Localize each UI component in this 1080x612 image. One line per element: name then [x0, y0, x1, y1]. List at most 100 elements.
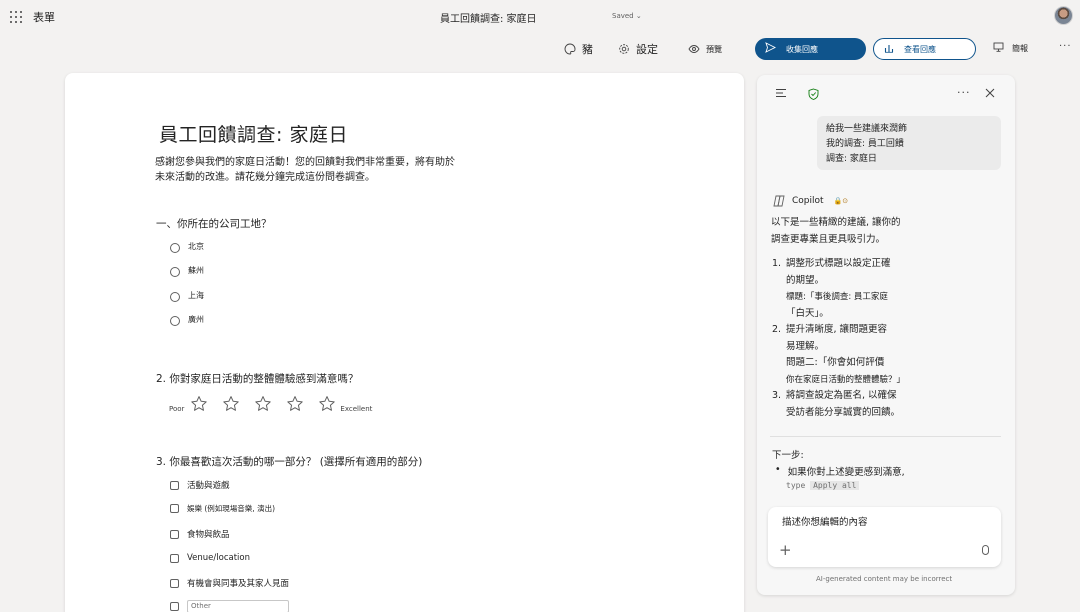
divider — [770, 436, 1001, 437]
star-icon[interactable] — [254, 395, 272, 413]
suggestion-item: 3. 將調查設定為匿名, 以確保 受訪者能分享誠實的回饋。 — [772, 388, 952, 421]
user-message-line: 給我一些建議來潤飾 — [826, 124, 908, 134]
form-editor-card — [65, 73, 744, 612]
radio-button[interactable] — [170, 243, 180, 253]
suggestion-line: 「白天」。 — [786, 307, 829, 319]
q3-option[interactable]: Venue/location — [170, 553, 250, 563]
q1-option[interactable]: 上海 — [170, 289, 204, 302]
star-icon[interactable] — [286, 395, 304, 413]
preview-button[interactable]: 預覽 — [688, 40, 722, 58]
saved-status[interactable]: Saved ⌄ — [612, 12, 642, 20]
q1-option[interactable]: 廣州 — [170, 313, 204, 326]
star-icon[interactable] — [222, 395, 240, 413]
q3-option[interactable]: 食物與飲品 — [170, 528, 230, 540]
radio-button[interactable] — [170, 292, 180, 302]
style-button[interactable]: 豬 — [564, 40, 593, 58]
q1-option-label: 廣州 — [188, 315, 204, 324]
form-description-line: 感謝您參與我們的家庭日活動！您的回饋對我們非常重要，將有助於 — [155, 157, 455, 168]
q3-option-label: Venue/location — [187, 553, 250, 563]
star-icon[interactable] — [190, 395, 208, 413]
radio-button[interactable] — [170, 316, 180, 326]
preview-label: 預覽 — [706, 44, 722, 54]
q3-option[interactable]: 娛樂 (例如現場音樂, 演出) — [170, 503, 275, 514]
q1-option-label: 北京 — [188, 242, 204, 251]
code-prefix: type — [786, 481, 806, 490]
document-title[interactable]: 員工回饋調查: 家庭日 — [440, 10, 537, 25]
radio-button[interactable] — [170, 267, 180, 277]
q1-option-label: 上海 — [188, 291, 204, 300]
menu-icon[interactable] — [775, 88, 787, 101]
copilot-suggestion-list: 1. 調整形式標題以設定正確 的期望。 標題:「事後調查: 員工家庭 「白天」。… — [772, 256, 952, 421]
settings-label: 設定 — [636, 43, 658, 56]
next-steps-label: 下一步: — [772, 450, 804, 461]
checkbox[interactable] — [170, 602, 179, 611]
question-3-title[interactable]: 3. 你最喜歡這次活動的哪一部分？ (選擇所有適用的部分) — [156, 454, 422, 469]
saved-status-label: Saved — [612, 12, 634, 20]
checkbox[interactable] — [170, 529, 179, 539]
copilot-response-header: Copilot 🔒⊙ — [772, 195, 848, 207]
present-label: 簡報 — [1012, 44, 1028, 53]
chart-icon — [884, 43, 894, 56]
style-label: 豬 — [582, 43, 593, 56]
top-bar: 表單 員工回饋調查: 家庭日 Saved ⌄ — [0, 0, 1080, 34]
shield-check-icon[interactable] — [808, 88, 819, 103]
q1-option-label: 蘇州 — [188, 266, 204, 275]
user-message-bubble: 給我一些建議來潤飾 我的調查: 員工回饋 調查: 家庭日 — [817, 116, 1001, 170]
sensitivity-badge-icon[interactable]: 🔒⊙ — [834, 197, 849, 205]
form-description-line: 未來活動的改進。請花幾分鐘完成這份問卷調查。 — [155, 172, 375, 183]
bullet: • — [775, 464, 781, 475]
settings-button[interactable]: 設定 — [618, 40, 658, 58]
star-rating: Poor Excellent — [169, 395, 372, 413]
close-icon[interactable] — [985, 88, 995, 101]
suggestion-item: 1. 調整形式標題以設定正確 的期望。 標題:「事後調查: 員工家庭 「白天」。 — [772, 256, 952, 322]
q3-other-option[interactable]: Other — [170, 600, 289, 612]
q3-option-label: 娛樂 (例如現場音樂, 演出) — [187, 504, 276, 513]
add-icon[interactable]: + — [779, 541, 792, 559]
microphone-icon[interactable] — [982, 545, 989, 555]
form-title[interactable]: 員工回饋調查: 家庭日 — [159, 120, 348, 147]
rating-low-label: Poor — [169, 405, 185, 413]
suggestion-line: 提升清晰度, 讓問題更容 — [786, 324, 888, 335]
suggestion-line: 標題:「事後調查: 員工家庭 — [786, 292, 888, 302]
checkbox[interactable] — [170, 480, 179, 490]
send-icon — [765, 42, 777, 56]
checkbox[interactable] — [170, 553, 179, 563]
q1-option[interactable]: 蘇州 — [170, 264, 204, 277]
present-button[interactable]: 簡報 — [993, 42, 1028, 55]
copilot-prompt-input[interactable]: 描述你想編輯的內容 — [782, 514, 868, 528]
other-input[interactable]: Other — [187, 600, 289, 612]
question-1-title[interactable]: 一、你所在的公司工地？ — [156, 216, 272, 231]
ai-disclaimer: AI-generated content may be incorrect — [816, 575, 953, 583]
q3-option-label: 有機會與同事及其家人見面 — [187, 579, 290, 589]
suggestion-line: 你在家庭日活動的整體體驗？」 — [786, 374, 906, 385]
app-name[interactable]: 表單 — [33, 9, 55, 25]
view-responses-button[interactable]: 查看回應 — [873, 38, 976, 60]
more-options-icon[interactable]: ··· — [957, 86, 971, 99]
star-icon[interactable] — [318, 395, 336, 413]
checkbox[interactable] — [170, 578, 179, 588]
app-launcher-icon[interactable] — [10, 11, 22, 23]
q1-option[interactable]: 北京 — [170, 240, 204, 253]
form-description[interactable]: 感謝您參與我們的家庭日活動！您的回饋對我們非常重要，將有助於 未來活動的改進。請… — [155, 155, 515, 185]
more-options-icon[interactable]: ··· — [1059, 41, 1072, 52]
suggestion-line: 問題二:「你會如何評價 — [786, 357, 885, 368]
collect-responses-button[interactable]: 收集回應 — [755, 38, 866, 60]
user-message-line: 調查: 家庭日 — [826, 154, 877, 164]
eye-icon — [688, 43, 700, 55]
checkbox[interactable] — [170, 504, 179, 513]
q3-option[interactable]: 有機會與同事及其家人見面 — [170, 577, 289, 589]
apply-all-hint: type Apply all — [786, 481, 860, 490]
suggestion-item: 2. 提升清晰度, 讓問題更容 易理解。 問題二:「你會如何評價 你在家庭日活動… — [772, 322, 952, 388]
copilot-logo-icon — [773, 195, 785, 207]
q3-option[interactable]: 活動與遊戲 — [170, 479, 230, 491]
gear-icon — [618, 43, 630, 55]
view-responses-label: 查看回應 — [904, 44, 936, 54]
avatar[interactable] — [1054, 6, 1073, 25]
suggestion-number: 3. — [772, 390, 782, 401]
question-2-title[interactable]: 2. 你對家庭日活動的整體體驗感到滿意嗎？ — [156, 371, 358, 386]
copilot-intro-line: 調查更專業且更具吸引力。 — [771, 234, 886, 245]
suggestion-line: 易理解。 — [786, 340, 825, 352]
copilot-intro: 以下是一些精緻的建議, 讓你的 調查更專業且更具吸引力。 — [771, 214, 901, 248]
next-step-text: 如果你對上述變更感到滿意, — [787, 467, 905, 478]
suggestion-line: 的期望。 — [786, 274, 825, 286]
